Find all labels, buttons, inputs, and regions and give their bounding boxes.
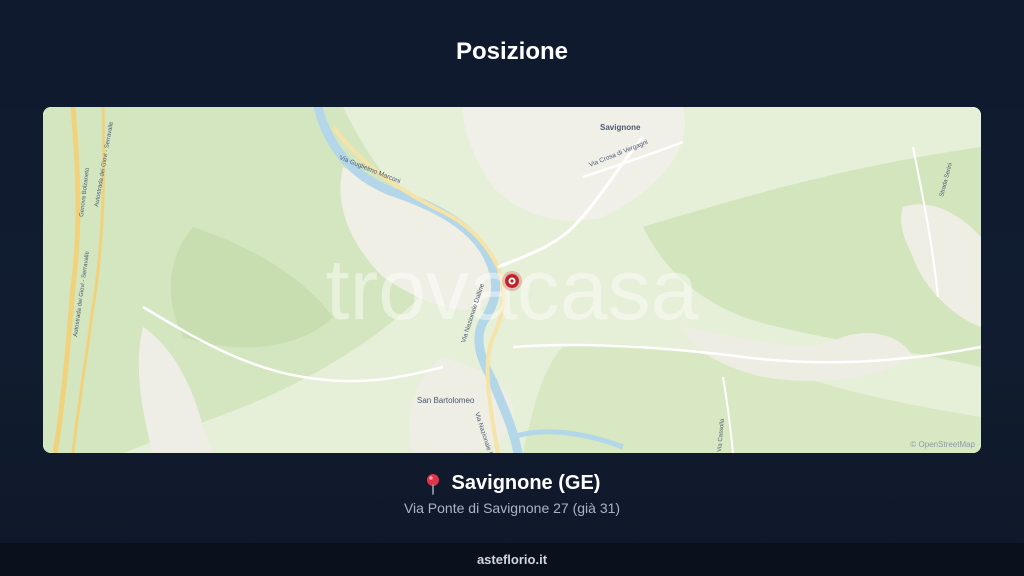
map-canvas[interactable]: trovacasa Savignone Via Crosa di Vergagn… bbox=[43, 107, 981, 453]
location-address: Via Ponte di Savignone 27 (già 31) bbox=[403, 500, 621, 516]
map-label-san-bartolomeo: San Bartolomeo bbox=[417, 396, 475, 405]
location-name: Savignone (GE) bbox=[451, 472, 601, 494]
footer: asteflorio.it bbox=[0, 543, 1024, 576]
location-row: Savignone (GE) bbox=[0, 472, 1024, 495]
map-label-savignone: Savignone bbox=[600, 123, 641, 132]
map-pin-icon[interactable] bbox=[502, 271, 522, 291]
pushpin-icon bbox=[426, 473, 439, 495]
footer-site[interactable]: asteflorio.it bbox=[477, 552, 547, 567]
map-view[interactable]: trovacasa Savignone Via Crosa di Vergagn… bbox=[43, 107, 981, 453]
map-attribution[interactable]: © OpenStreetMap bbox=[910, 440, 975, 449]
page-title: Posizione bbox=[455, 38, 569, 65]
